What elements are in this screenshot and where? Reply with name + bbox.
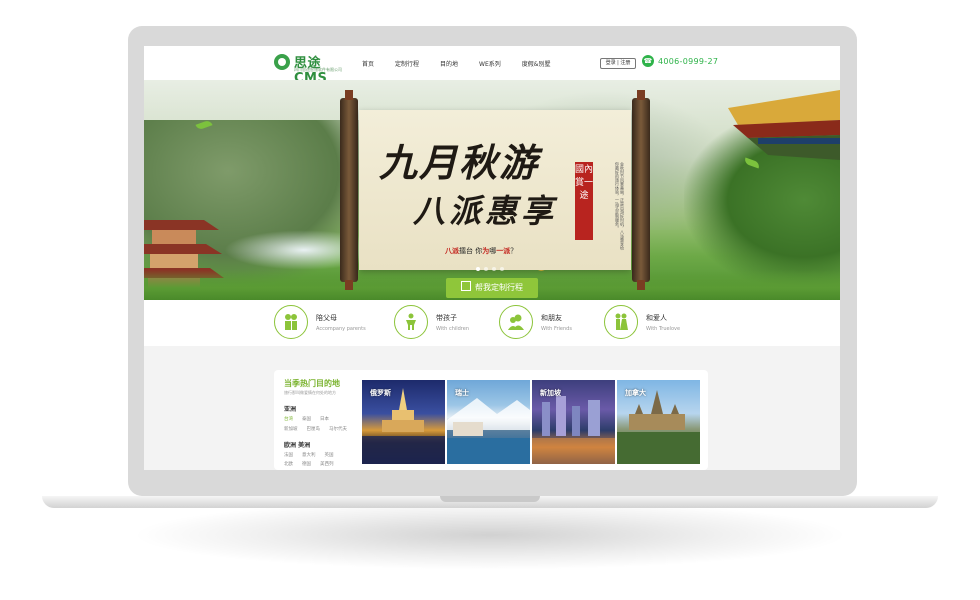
hero-banner[interactable]: 九月秋游 八派惠享 國內賞一途 金秋时节风景美丽，正是出游好时机，八派惠享给你最… [144,80,840,300]
nav-villa[interactable]: 度假&别墅 [522,59,551,68]
city-link[interactable]: 美西列 [320,462,334,467]
city-link[interactable]: 台湾 [284,417,293,422]
phone-number: 4006-0999-27 [658,57,719,66]
region-europe-america: 欧洲 美洲 [284,442,311,449]
promo-tagline: 八派擂台 你为哪一派？ [445,246,517,256]
friends-icon [499,305,533,339]
category-name: 陪父母 [316,314,337,322]
poem-text: 金秋时节风景美丽，正是出游好时机，八派惠享给你最好的旅行体验，一站式定制服务。 [615,162,625,250]
laptop-screen: 思途CMS 四川思途智旅软件有限公司 首页 定制行程 目的地 WE系列 度假&别… [144,46,840,470]
travel-categories: 陪父母 Accompany parents 带孩子 With children … [144,300,840,347]
login-register-button[interactable]: 登录 | 注册 [600,58,636,69]
parents-icon [274,305,308,339]
city-link[interactable]: 新加坡 [284,427,298,432]
carousel-dots [476,267,504,271]
site-logo[interactable]: 思途CMS 四川思途智旅软件有限公司 [274,53,354,86]
couple-glyph [615,313,628,330]
carousel-dot[interactable] [492,267,496,271]
tagline-text: ？ [510,247,518,255]
laptop-shadow [130,500,850,570]
carousel-dot[interactable] [484,267,488,271]
city-list: 台湾 泰国 日本 [284,416,338,422]
hot-destinations-panel: 当季热门目的地 旅行那叫做爱情在何处的地方 亚洲 台湾 泰国 日本 新加坡 巴厘岛 马尔… [274,370,708,470]
category-subtitle: Accompany parents [316,326,366,332]
promo-scroll: 九月秋游 八派惠享 國內賞一途 金秋时节风景美丽，正是出游好时机，八派惠享给你最… [359,110,631,270]
scroll-rod-right [632,90,650,290]
site-header: 思途CMS 四川思途智旅软件有限公司 首页 定制行程 目的地 WE系列 度假&别… [144,46,840,86]
city-link[interactable]: 马尔代夫 [329,427,347,432]
logo-mark-icon [274,54,290,70]
custom-trip-label: 帮我定制行程 [475,283,523,292]
destination-card-canada[interactable]: 加拿大 [617,380,700,464]
couple-icon [604,305,638,339]
city-link[interactable]: 北欧 [284,462,293,467]
city-link[interactable]: 英国 [325,453,334,458]
laptop-base-notch [440,496,540,502]
region-asia: 亚洲 [284,406,297,413]
city-link[interactable]: 法国 [284,453,293,458]
category-name: 带孩子 [436,314,457,322]
child-icon [394,305,428,339]
city-link[interactable]: 泰国 [302,417,311,422]
city-link[interactable]: 德国 [302,462,311,467]
parents-glyph [285,314,297,330]
city-link[interactable]: 巴厘岛 [307,427,321,432]
nav-we-series[interactable]: WE系列 [479,59,501,68]
logo-subtitle: 四川思途智旅软件有限公司 [294,67,342,72]
category-name: 和朋友 [541,314,562,322]
city-list: 法国 意大利 英国 [284,452,343,458]
city-list: 新加坡 巴厘岛 马尔代夫 [284,426,356,432]
tagline-text: 擂台 你 [459,247,483,255]
category-subtitle: With Truelove [646,326,681,332]
red-seal-stamp: 國內賞一途 [575,162,593,240]
main-nav: 首页 定制行程 目的地 WE系列 度假&别墅 [362,59,571,68]
custom-trip-button[interactable]: 帮我定制行程 [446,278,538,298]
tagline-highlight: 八派 [445,247,459,255]
city-link[interactable]: 意大利 [302,453,316,458]
category-subtitle: With Friends [541,326,572,332]
carousel-dot[interactable] [476,267,480,271]
destination-card-singapore[interactable]: 新加坡 [532,380,615,464]
destination-label: 俄罗斯 [370,389,391,397]
category-name: 和爱人 [646,314,667,322]
destination-card-switzerland[interactable]: 瑞士 [447,380,530,464]
friends-glyph [508,314,524,330]
carousel-dot[interactable] [500,267,504,271]
destination-label: 瑞士 [455,389,469,397]
nav-home[interactable]: 首页 [362,59,374,68]
tagline-highlight: 一派 [496,247,511,255]
edit-icon [461,281,471,291]
nav-destinations[interactable]: 目的地 [440,59,458,68]
destination-label: 加拿大 [625,389,646,397]
city-list: 北欧 德国 美西列 [284,461,343,467]
hot-destinations-subtitle: 旅行那叫做爱情在何处的地方 [284,390,336,395]
promo-title-line1: 九月秋游 [379,140,540,185]
destination-card-russia[interactable]: 俄罗斯 [362,380,445,464]
promo-title-line2: 八派惠享 [413,192,558,230]
child-glyph [406,313,416,330]
hot-destinations-section: 当季热门目的地 旅行那叫做爱情在何处的地方 亚洲 台湾 泰国 日本 新加坡 巴厘岛 马尔… [144,346,840,470]
scroll-rod-left [340,90,358,290]
nav-custom-trip[interactable]: 定制行程 [395,59,419,68]
category-subtitle: With children [436,326,470,332]
destination-label: 新加坡 [540,389,561,397]
city-link[interactable]: 日本 [320,417,329,422]
phone-icon: ☎ [642,55,654,67]
hot-destinations-title: 当季热门目的地 [284,379,340,388]
